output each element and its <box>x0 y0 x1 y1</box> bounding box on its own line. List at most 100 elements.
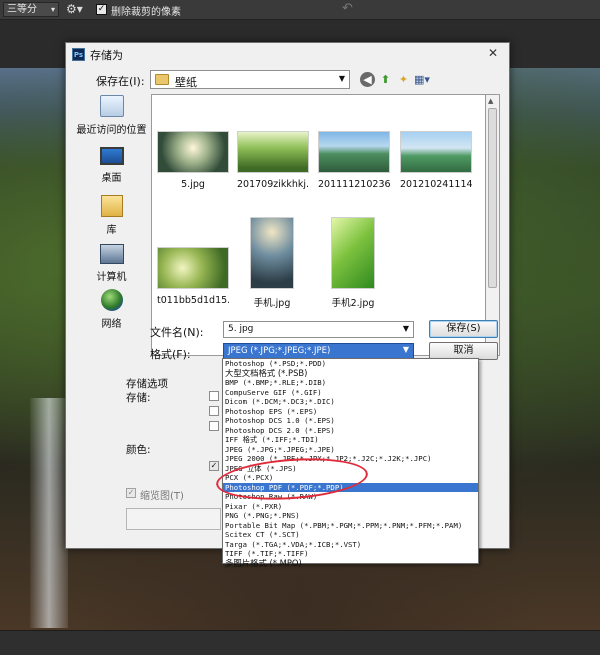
scroll-up-icon[interactable]: ▲ <box>488 97 493 105</box>
save-in-select[interactable]: 壁纸 ▼ <box>150 70 350 89</box>
file-item[interactable]: t011bb5d1d15... <box>157 247 229 306</box>
save-options-title: 存储选项 <box>126 378 168 390</box>
file-name: 2011112102362... <box>318 179 390 190</box>
place-label: 最近访问的位置 <box>76 125 147 136</box>
place-label: 库 <box>106 225 117 236</box>
photoshop-icon: Ps <box>72 48 85 61</box>
crop-ratio-value: 三等分 <box>7 4 37 15</box>
file-thumbnail <box>157 247 229 289</box>
file-thumbnail <box>318 131 390 173</box>
recent-places-icon <box>99 95 124 117</box>
place-library[interactable]: 库 <box>74 195 149 247</box>
format-value: JPEG (*.JPG;*.JPEG;*.JPE) <box>228 346 331 356</box>
dialog-title: 存储为 <box>90 49 123 62</box>
save-option-checkbox[interactable] <box>209 406 219 416</box>
format-option[interactable]: Photoshop EPS (*.EPS) <box>223 407 478 417</box>
options-box <box>126 508 221 530</box>
format-dropdown-list[interactable]: Photoshop (*.PSD;*.PDD) 大型文档格式 (*.PSB) B… <box>222 358 479 567</box>
format-option[interactable]: Photoshop (*.PSD;*.PDD) <box>223 359 478 369</box>
format-option[interactable]: PNG (*.PNG;*.PNS) <box>223 511 478 521</box>
format-option[interactable]: Portable Bit Map (*.PBM;*.PGM;*.PPM;*.PN… <box>223 521 478 531</box>
gear-icon[interactable]: ⚙▾ <box>66 2 90 17</box>
file-item[interactable]: 2012102411148... <box>400 131 472 190</box>
network-icon <box>100 289 123 311</box>
format-option[interactable]: Pixar (*.PXR) <box>223 502 478 512</box>
format-option[interactable]: Photoshop DCS 1.0 (*.EPS) <box>223 416 478 426</box>
format-option[interactable]: Photoshop Raw (*.RAW) <box>223 492 478 502</box>
file-item[interactable]: 手机.jpg <box>247 217 297 309</box>
place-recent[interactable]: 最近访问的位置 <box>74 95 149 147</box>
format-label: 格式(F): <box>150 348 191 361</box>
save-option-checkbox[interactable] <box>209 391 219 401</box>
file-list[interactable]: 5.jpg 201709zikkhkj... 2011112102362... … <box>151 94 486 356</box>
file-item[interactable]: 201709zikkhkj... <box>237 131 309 190</box>
place-label: 网络 <box>101 319 122 330</box>
desktop-icon <box>99 147 124 165</box>
format-option[interactable]: 多图片格式 (*.MPO) <box>223 559 478 569</box>
file-name: 201709zikkhkj... <box>237 179 309 190</box>
folder-icon <box>155 74 169 85</box>
place-desktop[interactable]: 桌面 <box>74 147 149 199</box>
chevron-down-icon: ▼ <box>402 345 409 354</box>
file-list-scrollbar[interactable]: ▲ ▼ <box>486 94 500 356</box>
file-thumbnail <box>400 131 472 173</box>
save-options-label: 存储: <box>126 392 151 404</box>
filename-label: 文件名(N): <box>150 326 204 339</box>
format-option[interactable]: TIFF (*.TIF;*.TIFF) <box>223 549 478 559</box>
scrollbar-thumb[interactable] <box>488 108 497 288</box>
save-button[interactable]: 保存(S) <box>429 320 498 338</box>
file-thumbnail <box>331 217 375 289</box>
thumbnail-label: 缩览图(T) <box>140 491 184 502</box>
delete-cropped-label: 删除裁剪的像素 <box>111 7 181 18</box>
places-bar: 最近访问的位置 桌面 库 计算机 网络 <box>74 93 149 363</box>
file-name: 手机.jpg <box>253 298 291 309</box>
color-profile-checkbox[interactable]: ✓ <box>209 461 219 471</box>
new-folder-icon[interactable]: ✦ <box>396 72 411 87</box>
format-option-selected[interactable]: Photoshop PDF (*.PDF;*.PDP) <box>223 482 478 492</box>
reset-icon[interactable]: ↶ <box>342 1 353 16</box>
filename-input[interactable]: 5. jpg ▼ <box>223 321 414 338</box>
format-option[interactable]: Targa (*.TGA;*.VDA;*.ICB;*.VST) <box>223 540 478 550</box>
file-item[interactable]: 手机2.jpg <box>328 217 378 309</box>
chevron-down-icon[interactable]: ▼ <box>403 324 409 333</box>
back-icon[interactable]: ◀ <box>360 72 375 87</box>
file-name: 手机2.jpg <box>331 298 375 309</box>
library-icon <box>100 195 123 217</box>
filename-value: 5. jpg <box>228 324 254 334</box>
view-menu-icon[interactable]: ▦▾ <box>414 72 430 87</box>
format-option[interactable]: Scitex CT (*.SCT) <box>223 530 478 540</box>
format-option[interactable]: JPEG 立体 (*.JPS) <box>223 464 478 474</box>
format-option[interactable]: PCX (*.PCX) <box>223 473 478 483</box>
nav-toolbar: ◀ ⬆ ✦ ▦▾ <box>360 71 440 89</box>
format-select[interactable]: JPEG (*.JPG;*.JPEG;*.JPE) ▼ <box>223 343 414 359</box>
chevron-down-icon: ▾ <box>50 5 55 14</box>
close-icon[interactable]: ✕ <box>485 46 501 61</box>
color-options-label: 颜色: <box>126 444 151 456</box>
save-in-label: 保存在(I): <box>96 75 145 88</box>
format-option[interactable]: BMP (*.BMP;*.RLE;*.DIB) <box>223 378 478 388</box>
place-network[interactable]: 网络 <box>74 289 149 341</box>
format-option[interactable]: JPEG 2000 (*.JPF;*.JPX;*.JP2;*.J2C;*.J2K… <box>223 454 478 464</box>
file-thumbnail <box>237 131 309 173</box>
file-thumbnail <box>250 217 294 289</box>
format-option[interactable]: CompuServe GIF (*.GIF) <box>223 388 478 398</box>
file-thumbnail <box>157 131 229 173</box>
format-option[interactable]: Photoshop DCS 2.0 (*.EPS) <box>223 426 478 436</box>
format-option[interactable]: Dicom (*.DCM;*.DC3;*.DIC) <box>223 397 478 407</box>
save-in-value: 壁纸 <box>175 76 197 89</box>
format-option[interactable]: IFF 格式 (*.IFF;*.TDI) <box>223 435 478 445</box>
dialog-titlebar[interactable]: Ps 存储为 ✕ <box>66 43 509 65</box>
status-bar <box>0 630 600 655</box>
up-folder-icon[interactable]: ⬆ <box>378 72 393 87</box>
options-bar: 三等分 ▾ ⚙▾ ✓ 删除裁剪的像素 ↶ <box>0 0 600 20</box>
place-label: 计算机 <box>96 272 127 283</box>
computer-icon <box>99 244 124 264</box>
thumbnail-checkbox[interactable]: ✓ <box>126 488 136 498</box>
file-item[interactable]: 5.jpg <box>157 131 229 190</box>
format-option[interactable]: 大型文档格式 (*.PSB) <box>223 369 478 379</box>
file-item[interactable]: 2011112102362... <box>318 131 390 190</box>
save-option-checkbox[interactable] <box>209 421 219 431</box>
delete-cropped-checkbox[interactable]: ✓ <box>96 4 107 15</box>
format-option[interactable]: JPEG (*.JPG;*.JPEG;*.JPE) <box>223 445 478 455</box>
crop-ratio-select[interactable]: 三等分 ▾ <box>3 2 59 17</box>
